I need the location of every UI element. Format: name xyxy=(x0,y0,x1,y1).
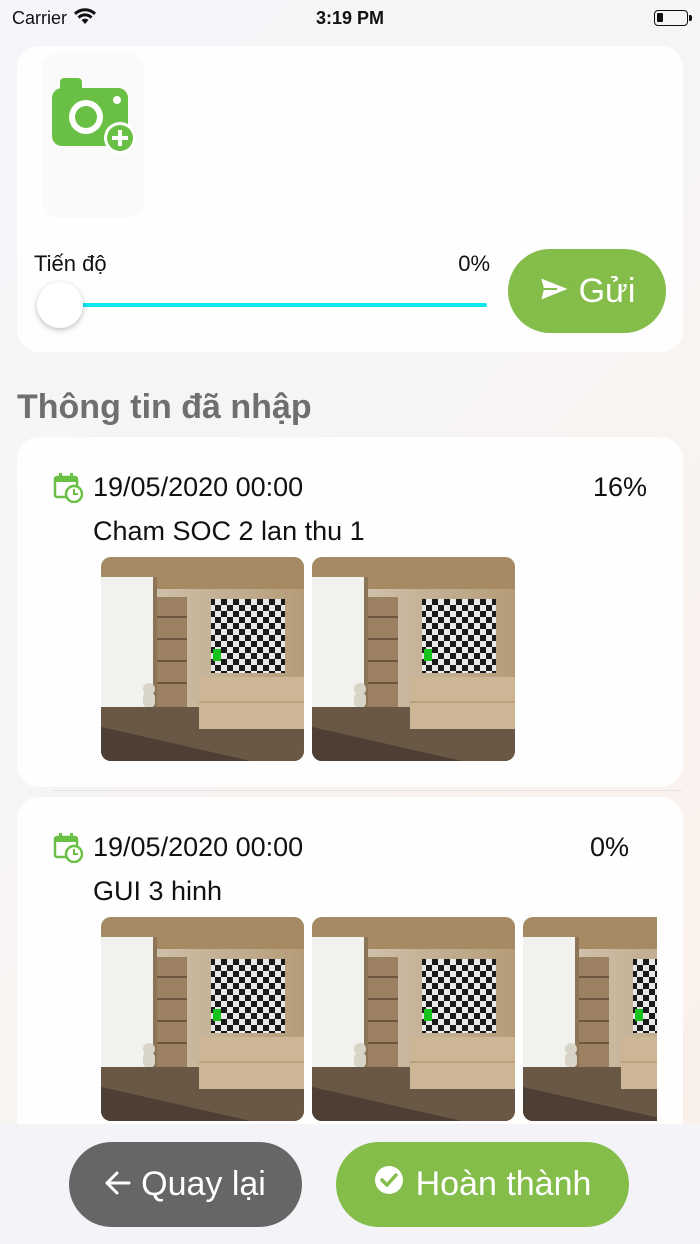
calendar-clock-icon xyxy=(53,473,84,508)
done-label: Hoàn thành xyxy=(415,1165,592,1203)
send-label: Gửi xyxy=(578,271,636,310)
check-circle-icon xyxy=(374,1165,404,1204)
entry-thumbnail[interactable] xyxy=(101,917,304,1121)
status-left: Carrier xyxy=(12,7,97,30)
entry-card[interactable]: 19/05/2020 00:00 0% GUI 3 hinh xyxy=(17,797,683,1147)
send-button[interactable]: Gửi xyxy=(508,249,666,333)
wifi-icon xyxy=(73,7,97,30)
carrier-label: Carrier xyxy=(12,7,68,28)
slider-thumb[interactable] xyxy=(37,282,83,328)
entry-thumbnails[interactable] xyxy=(101,917,657,1121)
back-label: Quay lại xyxy=(141,1165,266,1203)
entry-thumbnail[interactable] xyxy=(523,917,657,1121)
clock: 3:19 PM xyxy=(315,7,385,28)
progress-percent: 0% xyxy=(458,251,490,276)
entry-name: GUI 3 hinh xyxy=(93,876,223,906)
battery-icon xyxy=(654,10,692,26)
entry-date: 19/05/2020 00:00 xyxy=(93,472,304,502)
entry-thumbnail[interactable] xyxy=(312,557,515,761)
done-button[interactable]: Hoàn thành xyxy=(336,1142,629,1227)
entry-card[interactable]: 19/05/2020 00:00 16% Cham SOC 2 lan thu … xyxy=(17,437,683,787)
entry-thumbnails[interactable] xyxy=(101,557,657,761)
entry-thumbnail[interactable] xyxy=(101,557,304,761)
upload-card: Tiến độ 0% Gửi xyxy=(17,46,683,352)
entry-name: Cham SOC 2 lan thu 1 xyxy=(93,516,365,546)
slider-track[interactable] xyxy=(59,303,487,307)
entry-percent: 16% xyxy=(592,472,647,502)
entry-date: 19/05/2020 00:00 xyxy=(93,832,304,862)
arrow-left-icon xyxy=(105,1165,131,1204)
progress-slider[interactable] xyxy=(37,282,487,328)
progress-label: Tiến độ xyxy=(34,251,107,276)
divider xyxy=(52,790,682,791)
section-title: Thông tin đã nhập xyxy=(17,388,312,426)
send-icon xyxy=(538,272,573,311)
add-photo-tile[interactable] xyxy=(42,52,144,218)
entry-thumbnail[interactable] xyxy=(312,917,515,1121)
entry-percent: 0% xyxy=(589,832,629,862)
calendar-clock-icon xyxy=(53,833,84,868)
back-button[interactable]: Quay lại xyxy=(69,1142,302,1227)
camera-add-icon[interactable] xyxy=(52,76,138,161)
status-bar: Carrier 3:19 PM xyxy=(0,0,700,36)
